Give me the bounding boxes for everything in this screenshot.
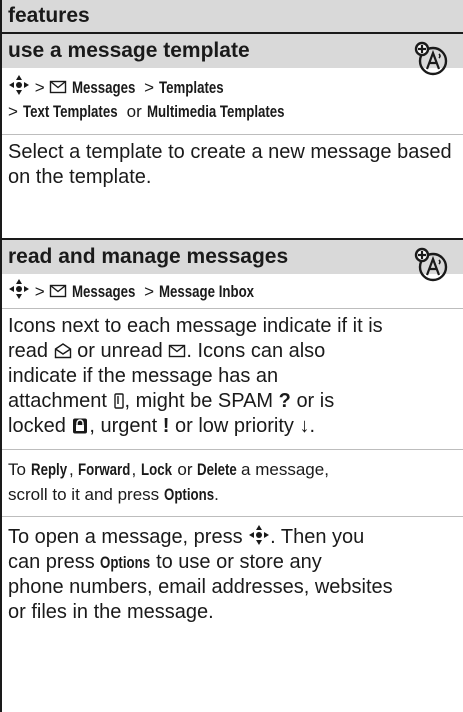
menu-lock: Lock [141, 460, 172, 479]
section-title-template: use a message template [2, 34, 463, 68]
text-fragment: read [8, 340, 49, 362]
text-fragment: . Then you [270, 526, 365, 548]
spam-icon: ? [278, 390, 291, 412]
text-fragment: can press [8, 551, 95, 573]
table-header: features [2, 0, 463, 34]
menu-message-inbox: Message Inbox [158, 282, 254, 301]
nav-key-icon [9, 75, 29, 95]
menu-templates: Templates [158, 78, 224, 97]
menu-reply: Reply [30, 460, 67, 479]
menu-path-line-1: > Messages > Templates [8, 74, 242, 100]
network-feature-icon [414, 41, 448, 76]
path-or: or [126, 102, 142, 121]
open-paragraph: To open a message, press . Then you can … [8, 524, 460, 625]
text-fragment: , urgent [89, 415, 158, 437]
text-fragment: or is [296, 390, 335, 412]
text-line: phone numbers, email addresses, websites [8, 576, 393, 598]
text-line: attachment , might be SPAM ? or is [8, 389, 460, 414]
menu-text-templates: Text Templates [22, 102, 118, 121]
nav-key-icon [9, 279, 29, 299]
unread-message-icon [169, 344, 186, 358]
read-message-icon [54, 343, 71, 359]
text-line: indicate if the message has an [8, 365, 279, 387]
text-fragment: , [131, 460, 137, 479]
text-fragment: or low priority [175, 415, 294, 437]
text-line: locked , urgent ! or low priority ↓. [8, 414, 460, 439]
text-fragment: . [214, 485, 219, 504]
menu-delete: Delete [197, 460, 238, 479]
low-priority-icon: ↓ [299, 415, 310, 437]
nav-key-icon [249, 525, 270, 545]
feature-table: features use a message template > Messag… [0, 0, 463, 712]
text-fragment: , [69, 460, 74, 479]
divider [2, 134, 463, 135]
description-template: Select a template to create a new messag… [8, 141, 452, 188]
envelope-icon [50, 80, 67, 94]
menu-messages: Messages [72, 78, 136, 97]
section-body-messages: > Messages > Message Inbox Icons next to… [2, 247, 463, 712]
network-feature-icon [414, 247, 448, 282]
path-separator: > [34, 78, 45, 97]
section-body-template: > Messages > Templates > Text Templates … [2, 41, 463, 238]
text-fragment: a message, [241, 460, 329, 479]
menu-options: Options [163, 485, 215, 504]
text-fragment: , might be SPAM [124, 390, 274, 412]
menu-multimedia-templates: Multimedia Templates [146, 102, 285, 121]
text-line: scroll to it and press Options. [8, 482, 460, 507]
text-fragment: to use or store any [156, 551, 322, 573]
section-title-text: use a message template [8, 39, 250, 62]
text-fragment: attachment [8, 390, 107, 412]
text-fragment: . Icons can also [186, 340, 326, 362]
text-fragment: To [8, 460, 26, 479]
path-separator: > [8, 102, 18, 121]
text-fragment: or unread [77, 340, 163, 362]
divider [2, 516, 463, 517]
envelope-icon [50, 284, 67, 298]
menu-path-line-2: > Text Templates or Multimedia Templates [8, 100, 323, 124]
section-title-text: read and manage messages [8, 245, 289, 268]
text-line: To Reply, Forward, Lock or Delete a mess… [8, 457, 460, 482]
path-separator: > [144, 78, 155, 97]
text-line: Icons next to each message indicate if i… [8, 315, 383, 337]
section-title-messages: read and manage messages [2, 240, 463, 274]
text-line: To open a message, press . Then you [8, 524, 460, 550]
text-line: or files in the message. [8, 601, 214, 623]
menu-options: Options [100, 553, 151, 572]
text-line: read or unread . Icons can also [8, 339, 460, 364]
actions-paragraph: To Reply, Forward, Lock or Delete a mess… [8, 457, 460, 507]
text-line: can press Options to use or store any [8, 550, 460, 575]
icons-paragraph: Icons next to each message indicate if i… [8, 314, 460, 439]
text-fragment: locked [8, 415, 66, 437]
path-separator: > [34, 282, 45, 301]
text-fragment: scroll to it and press [8, 485, 160, 504]
text-fragment: To open a message, press [8, 526, 243, 548]
divider [2, 308, 463, 309]
text-fragment: . [309, 415, 316, 437]
divider [2, 449, 463, 450]
menu-forward: Forward [78, 460, 131, 479]
menu-messages: Messages [72, 282, 136, 301]
menu-path-line-1: > Messages > Message Inbox [8, 278, 281, 304]
urgent-icon: ! [162, 415, 170, 437]
path-separator: > [144, 282, 155, 301]
attachment-icon [113, 393, 124, 409]
text-fragment: or [177, 460, 193, 479]
lock-icon [73, 418, 88, 434]
